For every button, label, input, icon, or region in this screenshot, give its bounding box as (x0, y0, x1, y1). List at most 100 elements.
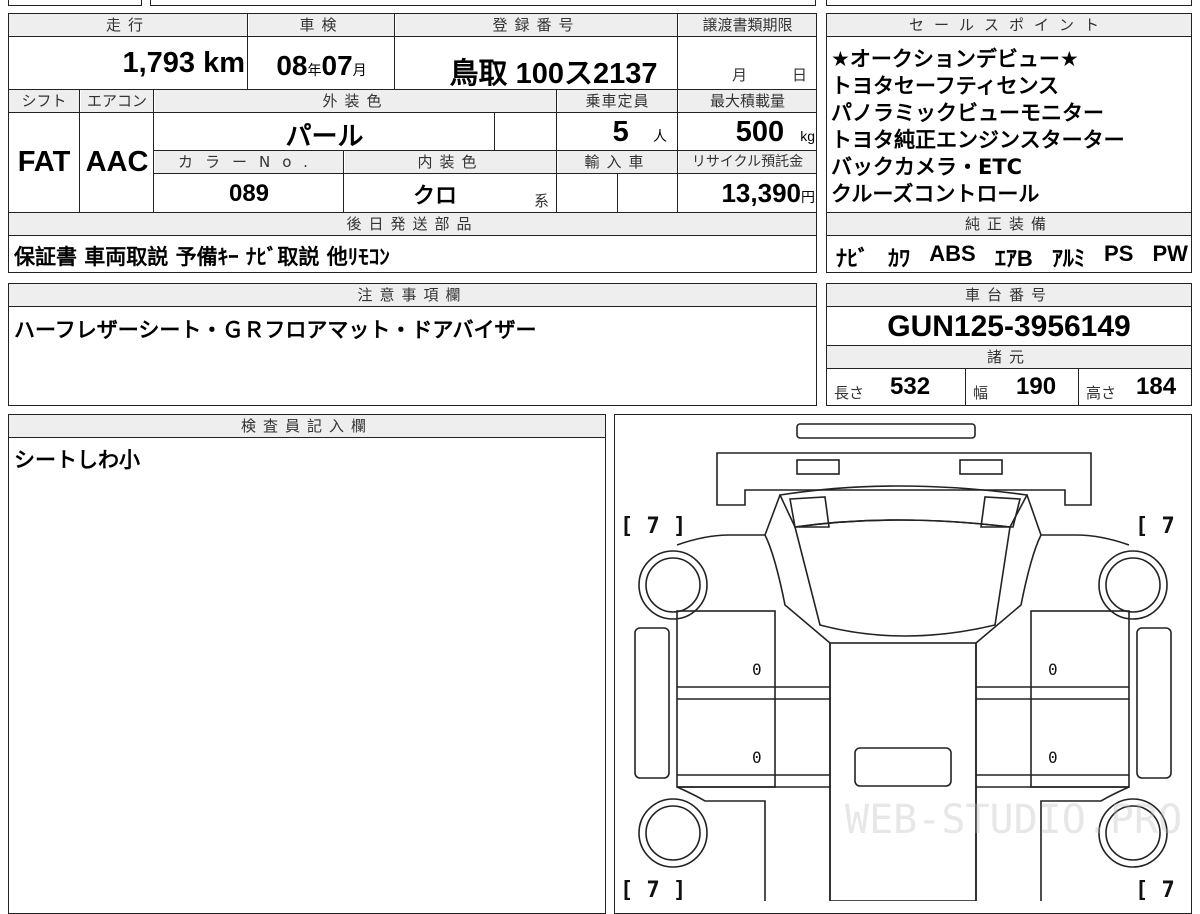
notes-header: 注意事項欄 (9, 284, 816, 306)
divider (8, 437, 606, 438)
divider (394, 13, 395, 89)
length-label: 長さ (834, 384, 865, 402)
width-label: 幅 (973, 384, 989, 402)
sales-point-line: トヨタ純正エンジンスターター (831, 128, 1125, 152)
damage-mark: 0 (752, 660, 762, 679)
mirror-shape (634, 627, 670, 779)
exterior-color-value: パール (285, 121, 364, 151)
header-import: 輸入車 (558, 151, 677, 173)
divider (8, 36, 817, 37)
header-delivery-parts: 後日発送部品 (9, 213, 816, 235)
inspection-value: 08年07月 (249, 50, 394, 82)
header-inspection: 車検 (249, 14, 394, 36)
roof-shape (829, 642, 977, 901)
width-value: 190 (1016, 373, 1057, 400)
header-registration: 登録番号 (396, 14, 677, 36)
header-capacity: 乗車定員 (558, 90, 677, 112)
aircon-value: AAC (85, 146, 149, 178)
top-strip-cell (8, 0, 142, 6)
notes-text: ハーフレザーシート・ＧＲフロアマット・ドアバイザー (14, 318, 537, 342)
wheel-shape (638, 798, 708, 868)
max-load-unit: kg (800, 128, 815, 144)
sales-point-line: クルーズコントロール (831, 182, 1040, 206)
sales-point-line: トヨタセーフティセンス (831, 74, 1060, 98)
divider (8, 306, 817, 307)
wheel-shape (638, 550, 708, 620)
sales-point-line: パノラミックビューモニター (831, 101, 1104, 125)
header-max-load: 最大積載量 (679, 90, 816, 112)
recycle-value: 13,390円 (721, 178, 815, 208)
sales-points-list: ★オークションデビュー★ トヨタセーフティセンス パノラミックビューモニター ト… (831, 46, 1189, 208)
divider (343, 150, 344, 212)
equipment-item: PW (1152, 241, 1188, 266)
vehicle-diagram: [ 7 ] [ 7 ] [ 7 ] [ 7 ] 0 0 0 0 WEB-STUD… (620, 423, 1191, 901)
divider (79, 89, 80, 212)
wheel-shape (1105, 557, 1161, 613)
body-line (1026, 494, 1042, 536)
damage-mark: 0 (1048, 660, 1058, 679)
equipment-item: ｴｱB (994, 246, 1033, 271)
equipment-item: PS (1104, 241, 1134, 266)
tire-mark: [ 7 ] (620, 878, 686, 901)
month-unit: 月 (352, 62, 367, 78)
equipment-item: ｱﾙﾐ (1051, 246, 1085, 271)
divider (494, 112, 495, 150)
inspector-header: 検査員記入欄 (9, 415, 605, 437)
delivery-parts-value: 保証書 車両取説 予備ｷｰ ﾅﾋﾞ取説 他ﾘﾓｺﾝ (14, 245, 390, 269)
header-aircon: エアコン (81, 90, 153, 112)
divider (826, 235, 1192, 236)
recycle-unit: 円 (801, 189, 815, 205)
sunroof-shape (854, 747, 952, 787)
height-label: 高さ (1086, 384, 1117, 402)
tire-mark: [ 7 ] (1135, 878, 1191, 901)
wheel-shape (645, 805, 701, 861)
wheel-shape (1098, 550, 1168, 620)
header-exterior-color: 外装色 (155, 90, 556, 112)
inspection-year: 08 (276, 50, 308, 81)
shift-value: FAT (17, 146, 71, 178)
header-mileage: 走行 (9, 14, 247, 36)
genuine-equipment-header: 純正装備 (827, 213, 1191, 235)
equipment-item: ｶﾜ (888, 246, 911, 271)
inspector-box (8, 414, 606, 914)
transfer-month-unit: 月 (732, 66, 748, 84)
windshield-shape (789, 496, 830, 528)
capacity-unit: 人 (652, 128, 667, 144)
equipment-item: ﾅﾋﾞ (836, 246, 870, 271)
genuine-equipment-list: ﾅﾋﾞ ｶﾜ ABS ｴｱB ｱﾙﾐ PS PW (836, 241, 1188, 273)
interior-suffix: 系 (534, 192, 550, 210)
bumper-shape (716, 452, 1092, 506)
handle-shape (959, 459, 1003, 475)
dimensions-header: 諸元 (827, 346, 1191, 368)
handle-shape (796, 459, 840, 475)
damage-mark: 0 (752, 748, 762, 767)
year-unit: 年 (307, 62, 322, 78)
top-strip-cell (826, 0, 1192, 6)
inspection-month: 07 (321, 50, 353, 81)
divider (677, 13, 678, 89)
header-recycle: リサイクル預託金 (679, 151, 816, 173)
wheel-shape (645, 557, 701, 613)
divider (247, 13, 248, 89)
max-load-value: 500 kg (735, 116, 815, 148)
transfer-day-unit: 日 (792, 66, 808, 84)
sales-points-header: セールスポイント (827, 14, 1191, 36)
hood-shape (778, 485, 1029, 528)
color-no-value: 089 (228, 180, 270, 207)
body-line (764, 494, 781, 536)
capacity-value: 5 人 (612, 116, 667, 148)
mileage-value: 1,793 km (122, 47, 245, 79)
top-strip-cell (150, 0, 816, 6)
header-color-no: カラーNo. (155, 151, 343, 173)
divider (8, 235, 817, 236)
divider (965, 368, 966, 406)
divider (1078, 368, 1079, 406)
registration-value: 鳥取 100ス2137 (449, 58, 658, 90)
chassis-number: GUN125-3956149 (887, 310, 1131, 343)
windshield-shape (980, 496, 1022, 528)
divider (8, 112, 817, 113)
header-interior-color: 内装色 (345, 151, 556, 173)
divider (826, 306, 1192, 307)
equipment-item: ABS (929, 241, 976, 266)
windshield-shape (794, 519, 1011, 637)
